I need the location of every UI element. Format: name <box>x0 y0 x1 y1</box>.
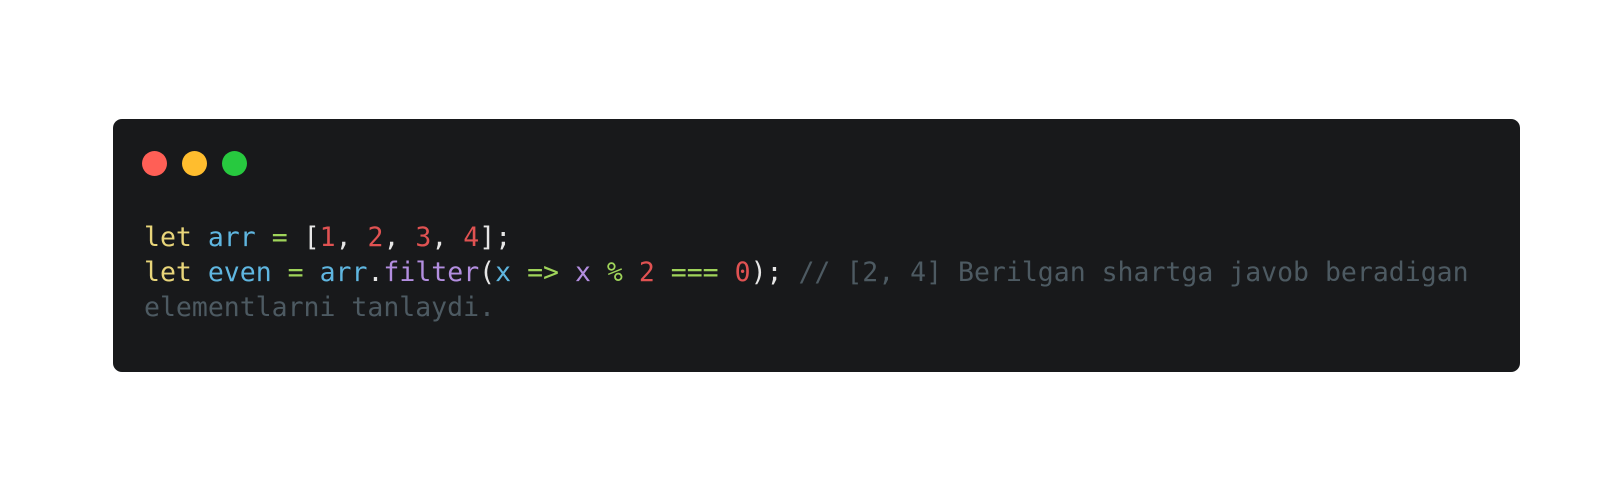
number-4: 4 <box>463 222 480 253</box>
bracket-close: ]; <box>479 222 512 253</box>
bracket-open: [ <box>303 222 320 253</box>
number-2: 2 <box>367 222 384 253</box>
close-button[interactable] <box>142 151 167 176</box>
param-x: x <box>495 257 512 288</box>
method-filter: filter <box>383 257 480 288</box>
dot-operator: . <box>367 257 384 288</box>
paren-open: ( <box>479 257 496 288</box>
number-0: 0 <box>734 257 751 288</box>
code-block: let arr = [1, 2, 3, 4]; let even = arr.fi… <box>144 220 1484 325</box>
modulo-operator: % <box>606 257 623 288</box>
comma: , <box>431 222 464 253</box>
assign-operator: = <box>271 222 288 253</box>
arrow-operator: => <box>527 257 559 288</box>
comma: , <box>383 222 416 253</box>
variable-even: even <box>207 257 272 288</box>
strict-equal-operator: === <box>670 257 719 288</box>
paren-close: ); <box>750 257 783 288</box>
minimize-button[interactable] <box>182 151 207 176</box>
assign-operator: = <box>287 257 304 288</box>
number-1: 1 <box>319 222 336 253</box>
variable-arr: arr <box>319 257 368 288</box>
keyword-let: let <box>144 222 192 253</box>
code-window: let arr = [1, 2, 3, 4]; let even = arr.fi… <box>113 119 1520 372</box>
code-line-2: let even = arr.filter(x => x % 2 === 0);… <box>144 255 1484 325</box>
number-2: 2 <box>638 257 655 288</box>
code-line-1: let arr = [1, 2, 3, 4]; <box>144 220 1484 255</box>
maximize-button[interactable] <box>222 151 247 176</box>
window-controls <box>142 151 247 176</box>
variable-arr: arr <box>207 222 256 253</box>
keyword-let: let <box>144 257 192 288</box>
number-3: 3 <box>415 222 432 253</box>
identifier-x: x <box>574 257 591 288</box>
comma: , <box>335 222 368 253</box>
